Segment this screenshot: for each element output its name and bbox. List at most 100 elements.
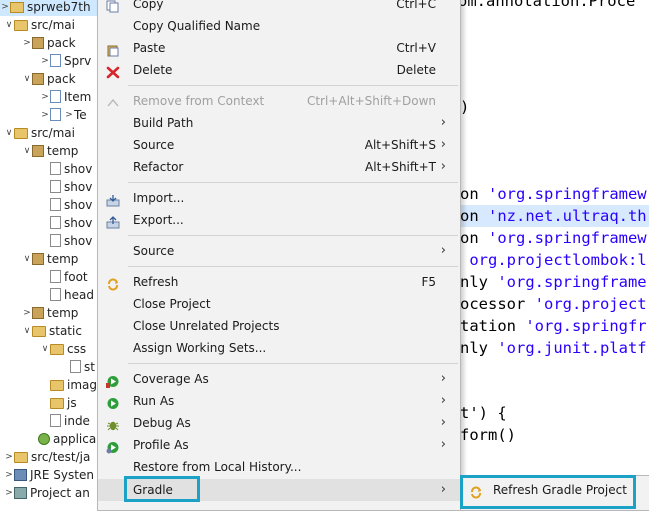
tree-item-project-root[interactable]: > sprweb7th <box>0 0 100 16</box>
project-explorer-tree[interactable]: > sprweb7th ∨ src/mai > pack > Sprv ∨ pack > I… <box>0 0 100 509</box>
html-file-icon <box>50 414 61 427</box>
menu-item-refactor[interactable]: Refactor Alt+Shift+T › <box>98 156 460 178</box>
expand-toggle-icon[interactable]: > <box>0 0 10 16</box>
expand-toggle-icon[interactable]: > <box>40 88 50 106</box>
menu-item-label: Run As <box>133 394 175 408</box>
tree-item-label: shov <box>64 198 93 212</box>
tree-item-label: head <box>64 288 94 302</box>
menu-item-export[interactable]: Export... <box>98 209 460 231</box>
tree-item[interactable]: head <box>50 286 94 304</box>
menu-item-delete[interactable]: Delete Delete <box>98 59 460 81</box>
menu-item-remove-from-context[interactable]: Remove from Context Ctrl+Alt+Shift+Down <box>98 90 460 112</box>
tree-item[interactable]: ∨ temp <box>22 250 79 268</box>
submenu-arrow-icon: › <box>440 115 446 130</box>
css-file-icon <box>70 360 81 373</box>
menu-item-copy-qualified-name[interactable]: Copy Qualified Name <box>98 15 460 37</box>
code-line: t') { <box>460 404 507 422</box>
code-line: org.projectlombok:l <box>469 251 647 269</box>
tree-item[interactable]: ∨ static <box>22 322 82 340</box>
tree-item[interactable]: > JRE Systen <box>4 466 94 484</box>
menu-item-import[interactable]: Import... <box>98 187 460 209</box>
menu-item-profile-as[interactable]: Profile As › <box>98 434 460 456</box>
expand-toggle-icon[interactable]: > <box>40 52 50 70</box>
tree-item-label: src/test/ja <box>31 450 91 464</box>
tree-item[interactable]: > temp <box>22 304 78 322</box>
collapse-toggle-icon[interactable]: ∨ <box>40 340 50 358</box>
menu-item-close-project[interactable]: Close Project <box>98 293 460 315</box>
menu-item-shortcut: Alt+Shift+T <box>365 160 436 174</box>
tree-item[interactable]: st <box>70 358 95 376</box>
delete-icon <box>106 64 120 79</box>
tree-item[interactable]: > >Te <box>40 106 87 124</box>
tree-item-label: foot <box>64 270 88 284</box>
java-file-icon <box>50 108 61 121</box>
tree-item[interactable]: > Project an <box>4 484 90 502</box>
tree-item-label: pack <box>47 36 76 50</box>
tree-item[interactable]: imag <box>50 376 97 394</box>
tree-item[interactable]: > pack <box>22 34 76 52</box>
tree-item-label: temp <box>47 252 79 266</box>
tree-item[interactable]: shov <box>50 214 92 232</box>
menu-separator <box>128 235 458 236</box>
tree-item[interactable]: > src/test/ja <box>4 448 90 466</box>
tree-item[interactable]: js <box>50 394 77 412</box>
menu-item-copy[interactable]: Copy Ctrl+C <box>98 0 460 15</box>
menu-item-label: Close Project <box>133 297 211 311</box>
tree-item[interactable]: foot <box>50 268 88 286</box>
tree-item[interactable]: inde <box>50 412 90 430</box>
collapse-toggle-icon[interactable]: ∨ <box>22 70 32 88</box>
folder-icon <box>50 380 64 391</box>
expand-toggle-icon[interactable]: > <box>4 484 14 502</box>
tree-item[interactable]: shov <box>50 232 92 250</box>
menu-item-restore-from-local-history[interactable]: Restore from Local History... <box>98 456 460 478</box>
expand-toggle-icon[interactable]: > <box>22 34 32 52</box>
submenu-arrow-icon: › <box>440 482 446 497</box>
menu-separator <box>128 363 458 364</box>
menu-item-paste[interactable]: Paste Ctrl+V <box>98 37 460 59</box>
menu-item-source-2[interactable]: Source › <box>98 240 460 262</box>
collapse-toggle-icon[interactable]: ∨ <box>4 124 14 142</box>
collapse-toggle-icon[interactable]: ∨ <box>22 322 32 340</box>
expand-toggle-icon[interactable]: > <box>40 106 50 124</box>
remove-context-icon <box>106 95 120 108</box>
tree-item-label: Item <box>64 90 92 104</box>
tree-item[interactable]: shov <box>50 160 92 178</box>
menu-item-refresh[interactable]: Refresh F5 <box>98 271 460 293</box>
menu-item-assign-working-sets[interactable]: Assign Working Sets... <box>98 337 460 359</box>
context-menu: Copy Ctrl+C Copy Qualified Name Paste Ct… <box>97 0 461 511</box>
menu-item-run-as[interactable]: Run As › <box>98 390 460 412</box>
tree-item-label: temp <box>47 306 79 320</box>
menu-item-close-unrelated-projects[interactable]: Close Unrelated Projects <box>98 315 460 337</box>
tree-item[interactable]: applica <box>38 430 96 448</box>
expand-toggle-icon[interactable]: > <box>4 466 14 484</box>
menu-item-debug-as[interactable]: Debug As › <box>98 412 460 434</box>
code-line: tation 'org.springfr <box>460 317 647 335</box>
tree-item[interactable]: ∨ src/mai <box>4 124 75 142</box>
expand-toggle-icon[interactable]: > <box>22 304 32 322</box>
collapse-toggle-icon[interactable]: ∨ <box>22 250 32 268</box>
menu-item-label: Import... <box>133 191 185 205</box>
collapse-toggle-icon[interactable]: ∨ <box>22 142 32 160</box>
tree-item[interactable]: shov <box>50 196 92 214</box>
tree-item[interactable]: ∨ temp <box>22 142 79 160</box>
run-icon <box>106 395 120 409</box>
java-file-icon <box>50 90 61 103</box>
collapse-toggle-icon[interactable]: ∨ <box>4 16 14 34</box>
gradle-highlight-box <box>124 476 200 502</box>
menu-item-build-path[interactable]: Build Path › <box>98 112 460 134</box>
tree-item[interactable]: > Item <box>40 88 91 106</box>
menu-item-label: Debug As <box>133 416 191 430</box>
tree-item[interactable]: > Sprv <box>40 52 91 70</box>
expand-toggle-icon[interactable]: > <box>4 448 14 466</box>
menu-item-label: Paste <box>133 41 166 55</box>
tree-item[interactable]: ∨ css <box>40 340 86 358</box>
tree-item[interactable]: ∨ src/mai <box>4 16 75 34</box>
menu-item-coverage-as[interactable]: Coverage As › <box>98 368 460 390</box>
paste-icon <box>106 42 120 57</box>
expand-toggle-icon[interactable]: > <box>64 106 74 124</box>
tree-item-label: Te <box>74 108 87 122</box>
tree-item[interactable]: ∨ pack <box>22 70 76 88</box>
menu-item-source[interactable]: Source Alt+Shift+S › <box>98 134 460 156</box>
code-line: on 'org.springframew <box>460 185 647 203</box>
tree-item[interactable]: shov <box>50 178 92 196</box>
